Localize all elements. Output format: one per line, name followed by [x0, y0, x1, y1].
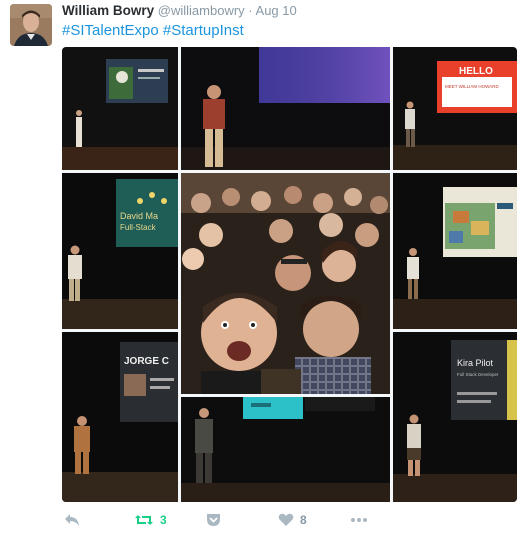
- more-icon: [350, 517, 368, 523]
- retweet-count: 3: [160, 513, 167, 527]
- hello-slide-subtitle: MEET WILLIAM HOWARD: [445, 84, 500, 89]
- tweet: William Bowry @williambowry · Aug 10 #SI…: [0, 0, 526, 536]
- photo-speaker-mic[interactable]: [181, 47, 390, 170]
- hello-slide-title: HELLO: [459, 66, 493, 77]
- author-handle[interactable]: @williambowry: [158, 3, 245, 18]
- tweet-actions: 3 8: [62, 510, 517, 532]
- photo-map-slide[interactable]: [393, 173, 517, 329]
- hashtag-startupinst[interactable]: #StartupInst: [163, 22, 244, 39]
- hashtag-sitalentexpo[interactable]: #SITalentExpo: [62, 22, 159, 39]
- photo-kira-slide[interactable]: Kira Pilot Full Stack Developer: [393, 332, 517, 502]
- photo-stage-speaker-1[interactable]: [62, 47, 178, 170]
- author-name[interactable]: William Bowry: [62, 3, 154, 18]
- kira-slide-title: Kira Pilot: [457, 358, 494, 368]
- photo-group-selfie[interactable]: [181, 173, 390, 394]
- more-button[interactable]: [350, 510, 368, 530]
- photo-stage-speaker-2[interactable]: [181, 397, 390, 502]
- tweet-text: #SITalentExpo #StartupInst: [62, 21, 244, 41]
- like-button[interactable]: 8: [278, 510, 307, 530]
- photo-hello-slide[interactable]: HELLO MEET WILLIAM HOWARD: [393, 47, 517, 170]
- header-separator: ·: [248, 3, 253, 18]
- retweet-icon: [134, 513, 154, 527]
- david-slide-title: David Ma: [120, 211, 158, 221]
- retweet-button[interactable]: 3: [134, 510, 167, 530]
- avatar[interactable]: [10, 4, 52, 46]
- photo-jorge-slide[interactable]: JORGE C: [62, 332, 178, 502]
- photo-collage[interactable]: HELLO MEET WILLIAM HOWARD David Ma Full-…: [62, 47, 517, 502]
- jorge-slide-title: JORGE C: [124, 356, 169, 367]
- david-slide-subtitle: Full-Stack: [120, 223, 157, 232]
- photo-david-slide[interactable]: David Ma Full-Stack: [62, 173, 178, 329]
- timestamp[interactable]: Aug 10: [256, 3, 297, 18]
- like-count: 8: [300, 513, 307, 527]
- pocket-icon: [206, 513, 221, 527]
- pocket-button[interactable]: [206, 510, 221, 530]
- tweet-header: William Bowry @williambowry · Aug 10: [62, 3, 297, 19]
- reply-icon: [64, 513, 80, 527]
- kira-slide-subtitle: Full Stack Developer: [457, 372, 499, 377]
- heart-icon: [278, 513, 294, 527]
- reply-button[interactable]: [64, 510, 80, 530]
